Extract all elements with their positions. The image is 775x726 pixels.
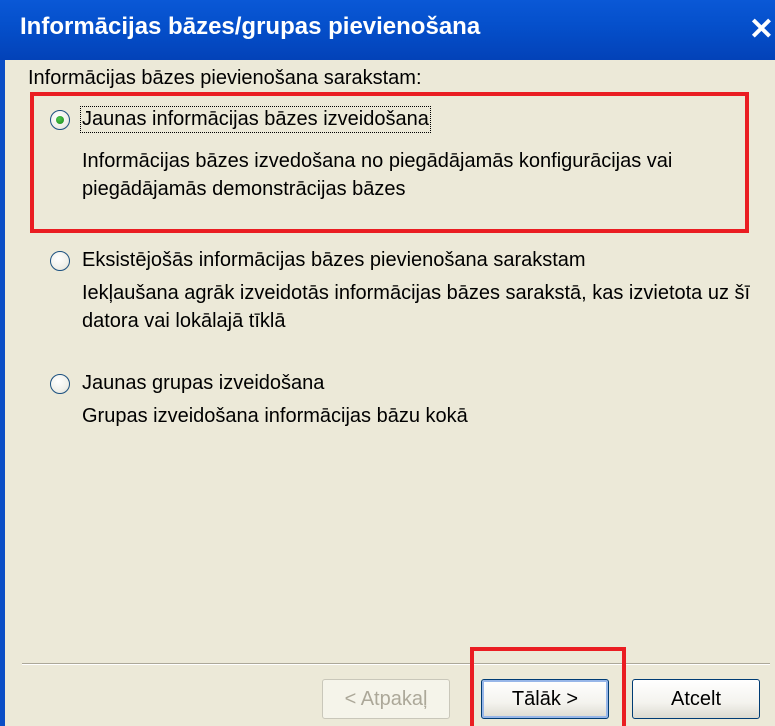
close-icon[interactable]: ✕ (748, 10, 775, 50)
title-bar[interactable]: Informācijas bāzes/grupas pievienošana ✕ (0, 0, 775, 60)
group-label: Informācijas bāzes pievienošana saraksta… (28, 67, 422, 89)
highlight-box-next (470, 647, 626, 726)
dialog-window: Informācijas bāzes/grupas pievienošana ✕… (0, 0, 775, 726)
option-description: Iekļaušana agrāk izveidotās informācijas… (82, 282, 751, 332)
cancel-button[interactable]: Atcelt (632, 679, 760, 719)
dialog-title: Informācijas bāzes/grupas pievienošana (20, 13, 481, 40)
separator-line (22, 663, 770, 665)
radio-new-group[interactable] (50, 374, 70, 394)
option-label[interactable]: Eksistējošās informācijas bāzes pievieno… (82, 249, 586, 272)
highlight-box-option (30, 92, 749, 233)
window-frame-left (0, 60, 5, 726)
option-label[interactable]: Jaunas grupas izveidošana (82, 372, 324, 395)
back-button[interactable]: < Atpakaļ (322, 679, 450, 719)
option-description: Grupas izveidošana informācijas bāzu kok… (82, 405, 468, 427)
radio-existing-infobase[interactable] (50, 251, 70, 271)
